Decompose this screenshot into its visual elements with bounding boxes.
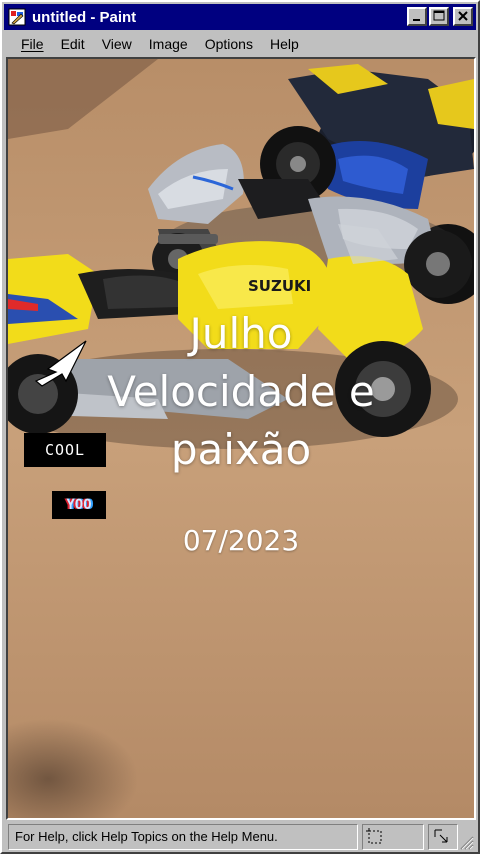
menu-file[interactable]: File [14, 34, 51, 54]
cool-sticker: COOL [24, 433, 106, 467]
cursor-position-panel [428, 824, 458, 850]
menu-image[interactable]: Image [142, 34, 195, 54]
menu-bar: File Edit View Image Options Help [4, 32, 476, 56]
cursor-position-icon [434, 829, 448, 843]
minimize-icon [413, 19, 420, 21]
paint-icon [8, 8, 26, 26]
status-help-text: For Help, click Help Topics on the Help … [8, 824, 358, 850]
paint-window: untitled - Paint File Edit View Image Op… [0, 0, 480, 854]
bike-brand-text: SUZUKI [248, 277, 311, 295]
maximize-icon [433, 10, 445, 21]
overlay-title-line-1: Julho [189, 309, 293, 358]
menu-edit[interactable]: Edit [54, 34, 92, 54]
yoo-sticker: YOO [52, 491, 106, 519]
selection-size-icon [366, 828, 382, 844]
window-title: untitled - Paint [32, 8, 137, 26]
resize-grip-icon[interactable] [460, 836, 474, 850]
status-bar: For Help, click Help Topics on the Help … [4, 822, 476, 852]
menu-help[interactable]: Help [263, 34, 306, 54]
title-bar[interactable]: untitled - Paint [4, 4, 476, 30]
close-button[interactable] [453, 7, 473, 26]
minimize-button[interactable] [407, 7, 427, 26]
menu-view[interactable]: View [95, 34, 139, 54]
drawing-canvas[interactable]: SUZUKI Julho Velocidade e paixão 07/2023… [6, 57, 476, 820]
overlay-date: 07/2023 [182, 524, 300, 557]
maximize-button[interactable] [429, 7, 449, 26]
selection-size-panel [362, 824, 424, 850]
overlay-title-line-2: Velocidade e [107, 367, 375, 416]
menu-options[interactable]: Options [198, 34, 260, 54]
close-icon [458, 11, 468, 21]
